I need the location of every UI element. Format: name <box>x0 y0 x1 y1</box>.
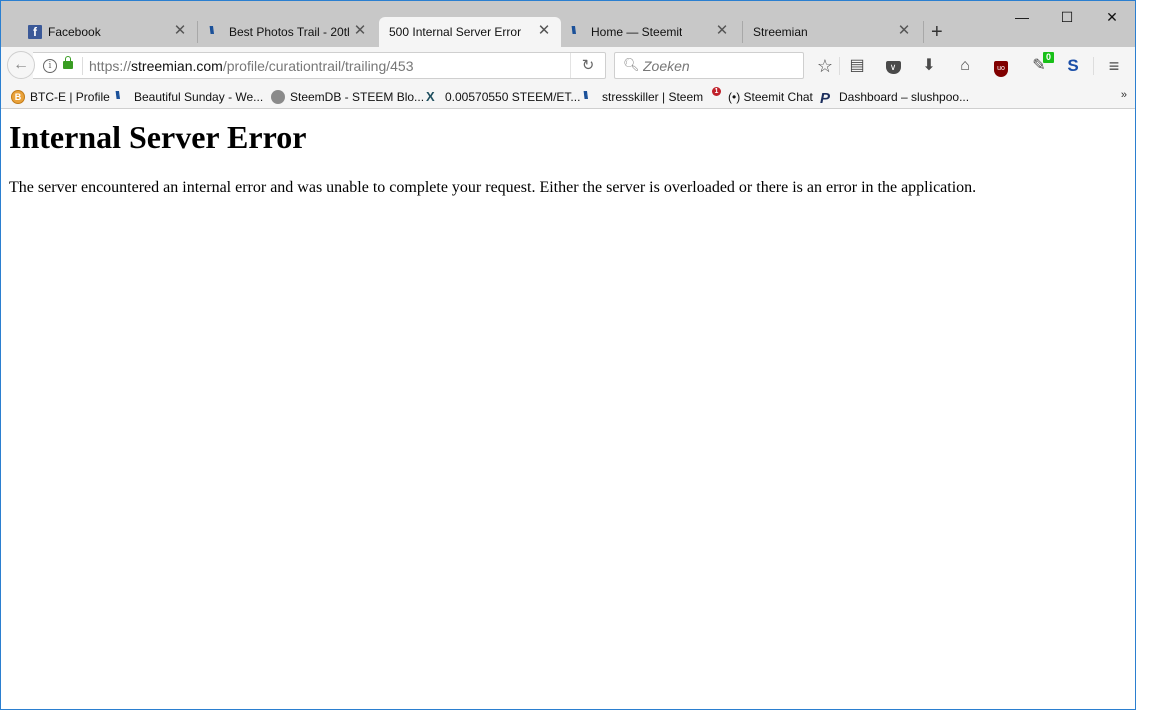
bookmarks-toolbar: B BTC-E | Profile \\\ Beautiful Sunday -… <box>1 85 1135 109</box>
tab-internal-server-error[interactable]: 500 Internal Server Error ✕ <box>379 17 561 47</box>
page-content: Internal Server Error The server encount… <box>1 109 1135 709</box>
globe-icon <box>271 90 285 104</box>
back-button[interactable]: ← <box>7 51 35 79</box>
url-text[interactable]: https://streemian.com/profile/curationtr… <box>89 58 414 74</box>
pocket-icon[interactable]: ∨ <box>882 55 904 77</box>
download-icon[interactable]: ⬇ <box>918 55 940 77</box>
search-icon: 🔍︎ <box>623 57 640 72</box>
tab-best-photos-trail[interactable]: \\\ Best Photos Trail - 20th ✕ <box>201 17 377 47</box>
tab-label: 500 Internal Server Error <box>389 25 522 39</box>
ublock-icon[interactable]: uo <box>990 55 1012 77</box>
tab-close-icon[interactable]: ✕ <box>715 23 729 38</box>
bookmark-label: (•) Steemit Chat <box>728 90 813 104</box>
bookmark-stresskiller[interactable]: \\\ stresskiller | Steem <box>583 88 703 106</box>
tab-close-icon[interactable]: ✕ <box>353 23 367 38</box>
bookmarks-overflow-button[interactable]: » <box>1121 89 1127 101</box>
toolbar-separator <box>1093 57 1094 75</box>
url-separator <box>82 57 83 75</box>
tab-streemian[interactable]: Streemian ✕ <box>745 17 921 47</box>
menu-icon[interactable]: ≡ <box>1103 55 1125 77</box>
tab-label: Streemian <box>753 25 808 39</box>
tab-separator <box>197 21 198 43</box>
extension-icon[interactable]: ✎ 0 <box>1028 52 1054 77</box>
info-icon[interactable]: i <box>43 59 57 73</box>
bookmark-label: SteemDB - STEEM Blo... <box>290 90 425 104</box>
bookmark-label: Beautiful Sunday - We... <box>134 90 264 104</box>
extension-badge: 0 <box>1042 52 1054 63</box>
bookmark-beautiful-sunday[interactable]: \\\ Beautiful Sunday - We... <box>115 88 263 106</box>
tab-strip: f Facebook ✕ \\\ Best Photos Trail - 20t… <box>1 1 1135 47</box>
tab-home-steemit[interactable]: \\\ Home — Steemit ✕ <box>563 17 739 47</box>
bookmark-steemdb[interactable]: SteemDB - STEEM Blo... <box>271 88 424 106</box>
navigation-toolbar: i https://streemian.com/profile/curation… <box>1 47 1135 85</box>
tab-label: Best Photos Trail - 20th <box>229 25 349 39</box>
back-arrow-icon: ← <box>13 56 29 73</box>
maximize-button[interactable]: ☐ <box>1044 5 1090 29</box>
steem-s-icon[interactable]: S <box>1062 55 1084 77</box>
paypal-icon: P <box>820 90 831 107</box>
bookmark-steem-eth[interactable]: X 0.00570550 STEEM/ET... <box>426 88 580 106</box>
url-host: streemian.com <box>131 58 223 74</box>
url-scheme: https:// <box>89 58 132 74</box>
steemit-icon: \\\ <box>209 25 214 37</box>
lock-icon[interactable] <box>63 56 73 69</box>
reload-icon[interactable]: ↻ <box>570 53 605 78</box>
error-heading: Internal Server Error <box>9 119 307 155</box>
exchange-icon: X <box>426 89 435 104</box>
steemit-icon: \\\ <box>115 90 120 102</box>
close-window-button[interactable]: ✕ <box>1089 5 1135 29</box>
bookmark-label: 0.00570550 STEEM/ET... <box>445 90 581 104</box>
tab-label: Home — Steemit <box>591 25 683 39</box>
tab-label: Facebook <box>48 25 101 39</box>
browser-window: f Facebook ✕ \\\ Best Photos Trail - 20t… <box>0 0 1136 710</box>
url-bar[interactable]: i https://streemian.com/profile/curation… <box>33 52 606 79</box>
search-input[interactable] <box>641 56 795 76</box>
new-tab-button[interactable]: + <box>931 21 943 43</box>
reading-list-icon[interactable]: ▤ <box>846 55 868 77</box>
steemit-icon: \\\ <box>571 25 576 37</box>
bookmark-label: Dashboard – slushpoo... <box>839 90 970 104</box>
chat-badge: 1 <box>712 87 721 96</box>
bitcoin-icon: B <box>11 90 25 104</box>
bookmark-dashboard[interactable]: P Dashboard – slushpoo... <box>820 88 970 107</box>
bookmark-label: BTC-E | Profile <box>30 90 110 104</box>
error-message: The server encountered an internal error… <box>9 179 977 196</box>
tab-close-icon[interactable]: ✕ <box>897 23 911 38</box>
steemit-chat-icon: 1 <box>709 87 723 104</box>
minimize-button[interactable]: — <box>999 5 1045 29</box>
tab-close-icon[interactable]: ✕ <box>537 23 551 38</box>
search-box[interactable]: 🔍︎ <box>614 52 804 79</box>
bookmark-btc-e[interactable]: B BTC-E | Profile <box>11 88 110 106</box>
bookmark-label: stresskiller | Steem <box>602 90 704 104</box>
bookmark-steemit-chat[interactable]: 1 (•) Steemit Chat <box>709 87 813 106</box>
home-icon[interactable]: ⌂ <box>954 55 976 77</box>
tab-close-icon[interactable]: ✕ <box>173 23 187 38</box>
facebook-icon: f <box>28 25 42 39</box>
tab-facebook[interactable]: f Facebook ✕ <box>21 17 197 47</box>
tab-separator <box>923 21 924 43</box>
steemit-icon: \\\ <box>583 90 588 102</box>
star-icon[interactable]: ☆ <box>814 55 836 77</box>
toolbar-separator <box>839 57 840 75</box>
url-path: /profile/curationtrail/trailing/453 <box>222 58 414 74</box>
tab-separator <box>742 21 743 43</box>
